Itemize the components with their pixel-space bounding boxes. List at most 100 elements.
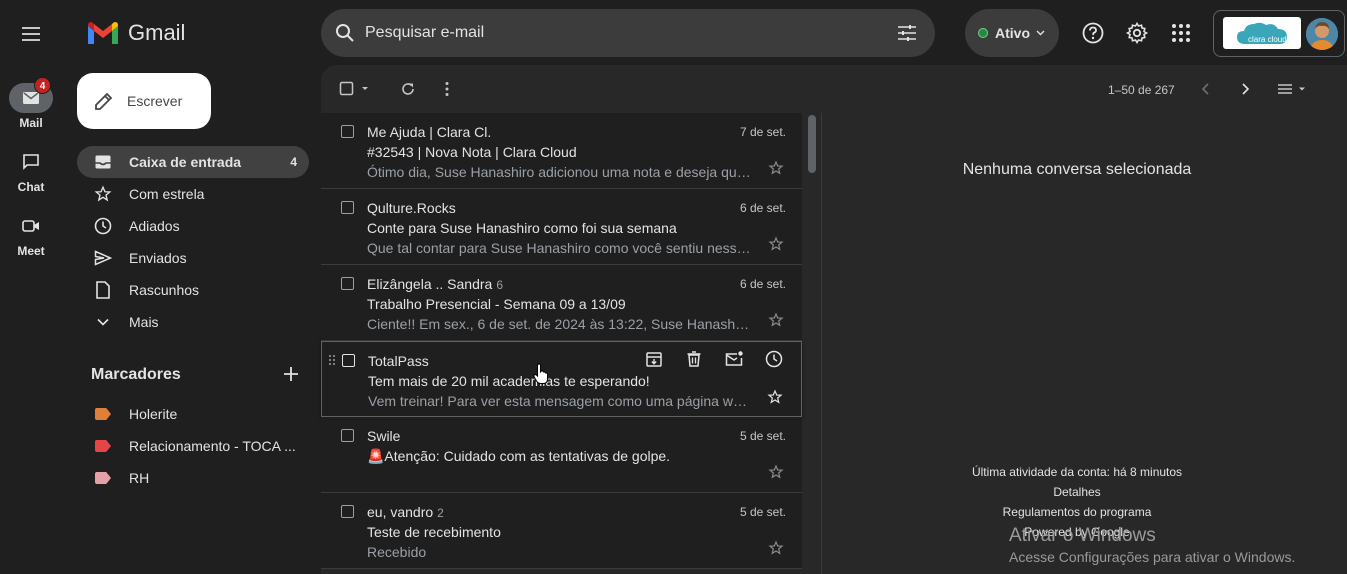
nav-label-sent: Enviados <box>129 250 187 266</box>
rail-item-meet[interactable]: Meet <box>0 211 62 258</box>
nav-item-more[interactable]: Mais <box>77 306 309 338</box>
search-bar[interactable]: Pesquisar e-mail <box>321 9 935 57</box>
list-scrollbar[interactable] <box>807 113 819 574</box>
email-snippet: Que tal contar para Suse Hanashiro como … <box>367 240 751 256</box>
email-row[interactable]: Swile 5 de set. 🚨Atenção: Cuidado com as… <box>321 417 802 493</box>
row-checkbox[interactable] <box>341 125 354 138</box>
row-checkbox[interactable] <box>341 201 354 214</box>
email-date: 5 de set. <box>739 505 786 519</box>
delete-icon[interactable] <box>684 349 704 369</box>
row-checkbox[interactable] <box>341 277 354 290</box>
search-options-icon[interactable] <box>897 24 917 42</box>
star-icon[interactable] <box>768 312 784 328</box>
label-tag-icon <box>93 404 113 424</box>
next-page-icon[interactable] <box>1235 79 1255 99</box>
rail-item-mail[interactable]: 4 Mail <box>0 77 62 130</box>
email-row[interactable]: Qulture.Rocks 6 de set. Conte para Suse … <box>321 189 802 265</box>
star-icon[interactable] <box>768 464 784 480</box>
last-activity-text: Última atividade da conta: há 8 minutos <box>971 465 1183 479</box>
mail-icon <box>23 92 39 104</box>
email-row[interactable]: eu, vandro 2 5 de set. Teste de recebimen… <box>321 493 802 569</box>
nav-item-inbox[interactable]: Caixa de entrada 4 <box>77 146 309 178</box>
email-row[interactable]: Elizângela .. Sandra 6 6 de set. Trabalho… <box>321 265 802 341</box>
label-item-holerite[interactable]: Holerite <box>77 398 309 430</box>
status-selector[interactable]: Ativo <box>965 9 1059 57</box>
email-subject: Teste de recebimento <box>367 524 501 540</box>
email-sender: Elizângela .. Sandra 6 <box>367 276 503 292</box>
scrollbar-thumb[interactable] <box>808 115 816 173</box>
chat-icon <box>23 154 39 170</box>
compose-button[interactable]: Escrever <box>77 73 211 129</box>
account-switcher[interactable]: clara cloud <box>1213 10 1345 57</box>
help-icon[interactable] <box>1081 21 1105 45</box>
star-icon <box>93 184 113 204</box>
email-sender: Qulture.Rocks <box>367 200 456 216</box>
email-sender: TotalPass <box>368 353 429 369</box>
email-sender: Swile <box>367 428 401 444</box>
rail-item-chat[interactable]: Chat <box>0 147 62 194</box>
drag-handle-icon[interactable] <box>328 354 336 366</box>
settings-gear-icon[interactable] <box>1125 21 1149 45</box>
nav-item-drafts[interactable]: Rascunhos <box>77 274 309 306</box>
nav-item-starred[interactable]: Com estrela <box>77 178 309 210</box>
email-date: 5 de set. <box>739 429 786 443</box>
select-all-checkbox[interactable] <box>338 79 372 99</box>
compose-label: Escrever <box>127 93 183 109</box>
search-input[interactable]: Pesquisar e-mail <box>365 24 897 42</box>
label-name: Relacionamento - TOCA ... <box>129 438 296 454</box>
gmail-app: 4 Mail Chat Meet Gmail Escrever Caixa de… <box>0 0 1347 574</box>
search-icon[interactable] <box>335 23 355 43</box>
avatar[interactable] <box>1306 18 1338 50</box>
mail-badge: 4 <box>34 77 51 94</box>
email-snippet: Recebido <box>367 544 427 560</box>
windows-activation-watermark: Ativar o Windows Acesse Configurações pa… <box>1009 525 1295 565</box>
archive-icon[interactable] <box>644 349 664 369</box>
star-icon[interactable] <box>767 389 783 405</box>
email-subject: 🚨Atenção: Cuidado com as tentativas de g… <box>367 448 671 464</box>
clock-icon <box>93 216 113 236</box>
refresh-icon[interactable] <box>398 79 418 99</box>
star-icon[interactable] <box>768 540 784 556</box>
email-subject: #32543 | Nova Nota | Clara Cloud <box>367 144 577 160</box>
split-pane-toggle-icon[interactable] <box>1276 79 1310 99</box>
chevron-down-icon <box>1036 30 1045 36</box>
star-icon[interactable] <box>768 160 784 176</box>
nav-item-sent[interactable]: Enviados <box>77 242 309 274</box>
email-date: 7 de set. <box>739 125 786 139</box>
label-item-rh[interactable]: RH <box>77 462 309 494</box>
hand-cursor-icon <box>533 363 548 384</box>
label-tag-icon <box>93 436 113 456</box>
star-icon[interactable] <box>768 236 784 252</box>
main-menu-icon[interactable] <box>19 22 43 46</box>
program-policies-link[interactable]: Regulamentos do programa <box>822 505 1332 519</box>
app-title: Gmail <box>128 20 186 45</box>
email-snippet: Ciente!! Em sex., 6 de set. de 2024 às 1… <box>367 316 751 332</box>
sender-names: eu, vandro <box>367 504 434 520</box>
row-checkbox[interactable] <box>341 505 354 518</box>
labels-title: Marcadores <box>91 366 181 383</box>
rail-label-meet: Meet <box>17 244 45 258</box>
details-link[interactable]: Detalhes <box>822 485 1332 499</box>
prev-page-icon[interactable] <box>1196 79 1216 99</box>
email-row-hovered[interactable]: TotalPass Tem mais de 20 mil academias t… <box>321 341 802 417</box>
inbox-count: 4 <box>290 155 297 169</box>
email-row[interactable]: Me Ajuda | Clara Cl. 7 de set. #32543 | … <box>321 113 802 189</box>
gmail-logo[interactable]: Gmail <box>86 20 185 46</box>
mark-unread-icon[interactable] <box>724 349 744 369</box>
watermark-title: Ativar o Windows <box>1009 525 1156 546</box>
gmail-m-icon <box>88 21 118 44</box>
label-tag-icon <box>93 468 113 488</box>
inbox-icon <box>93 152 113 172</box>
thread-count: 2 <box>437 506 444 520</box>
rail-label-mail: Mail <box>19 116 43 130</box>
email-snippet: Ótimo dia, Suse Hanashiro adicionou uma … <box>367 164 751 180</box>
snooze-icon[interactable] <box>764 349 784 369</box>
nav-item-snoozed[interactable]: Adiados <box>77 210 309 242</box>
add-label-icon[interactable] <box>281 364 301 384</box>
apps-grid-icon[interactable] <box>1169 21 1193 45</box>
label-item-relacionamento[interactable]: Relacionamento - TOCA ... <box>77 430 309 462</box>
row-checkbox[interactable] <box>342 354 355 367</box>
more-options-icon[interactable] <box>437 79 457 99</box>
row-checkbox[interactable] <box>341 429 354 442</box>
rail-label-chat: Chat <box>17 180 45 194</box>
